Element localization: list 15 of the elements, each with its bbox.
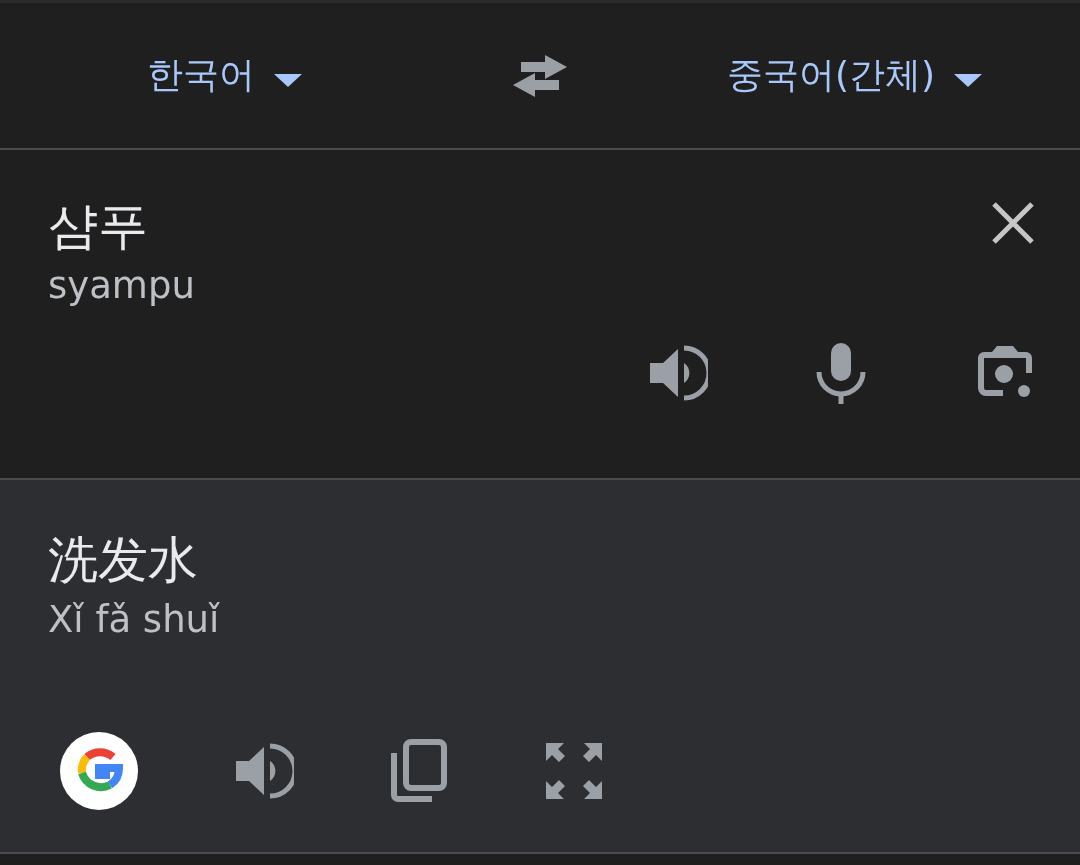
close-icon[interactable] (990, 200, 1036, 246)
source-language-button[interactable]: 한국어 (147, 51, 303, 100)
copy-icon[interactable] (390, 739, 448, 803)
source-romanization: syampu (48, 263, 195, 309)
speaker-icon[interactable] (234, 741, 294, 801)
speaker-icon[interactable] (648, 343, 708, 403)
caret-icon (273, 71, 303, 88)
source-text: 샴푸 (48, 196, 149, 257)
caret-icon (953, 71, 984, 88)
target-language-button[interactable]: 중국어(간체) (726, 51, 984, 100)
translation-romanization: Xǐ fǎ shuǐ (48, 597, 221, 643)
translation-text: 洗发水 (48, 530, 199, 591)
google-logo-icon[interactable] (60, 732, 138, 810)
microphone-icon[interactable] (816, 342, 866, 404)
fullscreen-icon[interactable] (544, 741, 604, 801)
